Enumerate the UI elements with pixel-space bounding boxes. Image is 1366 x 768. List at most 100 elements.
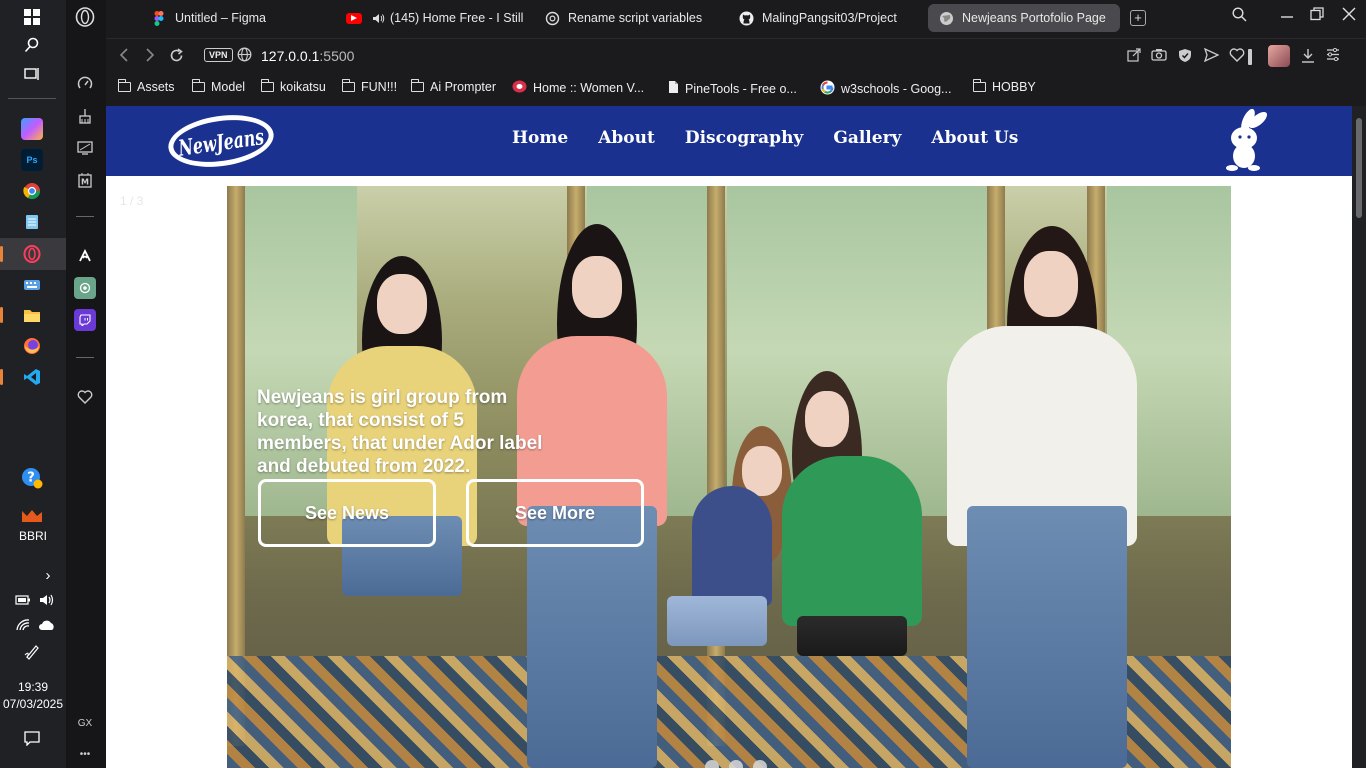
aria-icon[interactable] <box>74 245 96 267</box>
downloads-icon[interactable] <box>1299 48 1317 66</box>
vpn-badge[interactable]: VPN <box>204 48 233 62</box>
notepad-icon[interactable] <box>21 211 43 233</box>
speed-dial-icon[interactable] <box>74 73 96 95</box>
bunny-mascot-icon[interactable] <box>1218 108 1270 172</box>
see-news-button[interactable]: See News <box>258 479 436 547</box>
tab-youtube[interactable]: (145) Home Free - I Still <box>346 4 524 32</box>
carousel-dot[interactable] <box>705 760 719 768</box>
bookmark-ai-prompter[interactable]: Ai Prompter <box>410 79 496 94</box>
figure-shorts <box>667 596 767 646</box>
newjeans-logo[interactable]: NewJeans <box>166 110 276 170</box>
chevron-right-icon[interactable]: › <box>37 564 59 586</box>
tab-label: MalingPangsit03/Project <box>762 11 897 25</box>
bookmark-pinetools[interactable]: PineTools - Free o... <box>668 80 797 97</box>
bookmark-label: FUN!!! <box>361 80 398 94</box>
carousel-dot[interactable] <box>753 760 767 768</box>
adblock-shield-icon[interactable] <box>1176 48 1194 66</box>
easy-setup-icon[interactable] <box>1324 47 1342 64</box>
onedrive-icon[interactable] <box>37 614 57 636</box>
wifi-icon[interactable] <box>13 614 33 636</box>
minimize-icon[interactable] <box>1275 7 1299 25</box>
nav-about-us[interactable]: About Us <box>931 128 1018 148</box>
limiter-icon[interactable] <box>74 137 96 159</box>
cleaner-icon[interactable] <box>74 105 96 127</box>
tab-label: Newjeans Portofolio Page <box>962 11 1106 25</box>
chatgpt-sidebar-icon[interactable] <box>74 277 96 299</box>
nav-discography[interactable]: Discography <box>685 128 803 148</box>
close-icon[interactable] <box>1337 7 1361 25</box>
tab-chatgpt[interactable]: Rename script variables <box>544 4 724 32</box>
share-icon[interactable] <box>1125 48 1143 65</box>
windows-start-icon[interactable] <box>21 6 43 28</box>
pen-icon[interactable] <box>21 641 43 663</box>
bookmark-koikatsu[interactable]: koikatsu <box>260 79 326 94</box>
chrome-icon[interactable] <box>21 180 43 202</box>
gx-label[interactable]: GX <box>74 712 96 734</box>
bookmark-assets[interactable]: Assets <box>117 79 175 94</box>
page-scrollbar[interactable] <box>1352 106 1366 768</box>
tab-search-icon[interactable] <box>1227 7 1251 26</box>
site-info-icon[interactable] <box>237 47 252 65</box>
mods-icon[interactable]: M <box>74 169 96 191</box>
new-tab-button[interactable]: + <box>1130 10 1146 26</box>
sidebar-divider <box>76 357 94 358</box>
bookmark-hobby[interactable]: HOBBY <box>972 79 1036 94</box>
task-view-icon[interactable] <box>21 63 43 85</box>
scrollbar-thumb[interactable] <box>1356 118 1362 218</box>
profile-avatar[interactable] <box>1268 45 1290 67</box>
reload-icon[interactable] <box>169 48 184 68</box>
photoshop-icon[interactable]: Ps <box>21 149 43 171</box>
tab-figma[interactable]: Untitled – Figma <box>151 4 321 32</box>
forward-icon[interactable] <box>144 48 156 67</box>
restore-icon[interactable] <box>1305 7 1329 25</box>
sidebar-more-icon[interactable]: ••• <box>74 743 96 765</box>
send-icon[interactable] <box>1202 47 1220 65</box>
keyboard-icon[interactable] <box>21 274 43 296</box>
opera-gx-icon[interactable] <box>21 243 43 265</box>
url-host: 127.0.0.1 <box>261 48 320 64</box>
notification-icon[interactable] <box>21 727 43 749</box>
taskbar-divider <box>8 98 56 99</box>
chatgpt-icon <box>544 10 560 26</box>
clock-date[interactable]: 07/03/2025 <box>0 697 66 711</box>
volume-icon[interactable] <box>37 589 57 611</box>
clock-time[interactable]: 19:39 <box>0 680 66 694</box>
tab-label: Untitled – Figma <box>175 11 267 25</box>
bookmark-model[interactable]: Model <box>191 79 245 94</box>
carousel-dot[interactable] <box>729 760 743 768</box>
tab-newjeans[interactable]: Newjeans Portofolio Page <box>928 4 1120 32</box>
site-favicon-icon <box>512 80 527 96</box>
bookmark-heart-icon[interactable] <box>1228 48 1246 65</box>
opera-menu-icon[interactable] <box>74 6 96 28</box>
bbri-icon[interactable] <box>21 504 43 526</box>
see-more-button[interactable]: See More <box>466 479 644 547</box>
nav-gallery[interactable]: Gallery <box>833 128 901 148</box>
nav-home[interactable]: Home <box>512 128 568 148</box>
copilot-icon[interactable] <box>21 118 43 140</box>
bookmark-label: Home :: Women V... <box>533 81 645 95</box>
twitch-icon[interactable] <box>74 309 96 331</box>
file-explorer-icon[interactable] <box>21 304 43 326</box>
heart-icon[interactable] <box>74 386 96 408</box>
bookmark-women-v[interactable]: Home :: Women V... <box>512 80 644 96</box>
bookmark-fun[interactable]: FUN!!! <box>341 79 398 94</box>
figure-face <box>572 256 622 318</box>
search-icon[interactable] <box>21 34 43 56</box>
firefox-icon[interactable] <box>21 335 43 357</box>
tab-label: (145) Home Free - I Still <box>390 11 524 25</box>
youtube-icon <box>346 12 362 24</box>
help-icon[interactable]: ? <box>21 467 43 489</box>
figure-shirt <box>782 456 922 626</box>
speaker-icon[interactable] <box>370 10 386 26</box>
url-field[interactable]: 127.0.0.1:5500 <box>261 48 354 64</box>
slide-counter: 1 / 3 <box>120 194 144 208</box>
camera-icon[interactable] <box>1150 48 1168 64</box>
vscode-icon[interactable] <box>21 366 43 388</box>
address-bar: VPN 127.0.0.1:5500 <box>106 38 1366 74</box>
battery-icon[interactable] <box>13 589 33 611</box>
tab-github[interactable]: MalingPangsit03/Project <box>738 4 918 32</box>
back-icon[interactable] <box>118 48 130 67</box>
google-icon <box>820 80 835 98</box>
bookmark-w3schools[interactable]: w3schools - Goog... <box>820 80 951 98</box>
nav-about[interactable]: About <box>598 128 655 148</box>
